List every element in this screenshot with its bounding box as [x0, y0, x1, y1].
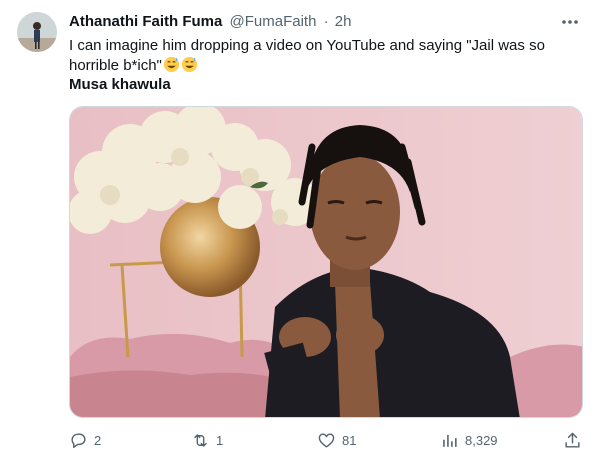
avatar-image	[17, 12, 57, 52]
retweet-icon	[194, 433, 207, 447]
tweet-bold-line: Musa khawula	[69, 76, 171, 93]
tweet-media-photo[interactable]	[69, 106, 583, 418]
grinning-face-with-sweat-icon	[181, 56, 198, 73]
reply-count: 2	[94, 432, 102, 448]
action-bar: 2 1 81 8,329	[69, 428, 583, 452]
separator: ·	[323, 13, 329, 30]
author-name[interactable]: Athanathi Faith Fuma	[69, 13, 222, 30]
views-button[interactable]: 8,329	[440, 428, 498, 452]
photo-illustration	[70, 107, 582, 417]
retweet-button[interactable]: 1	[191, 428, 223, 452]
avatar[interactable]	[17, 12, 57, 52]
grinning-face-with-sweat-icon	[163, 56, 180, 73]
retweet-count: 1	[216, 432, 224, 448]
like-button[interactable]: 81	[317, 428, 356, 452]
author-handle[interactable]: @FumaFaith	[230, 13, 317, 30]
like-count: 81	[342, 432, 357, 448]
heart-icon	[318, 432, 335, 448]
share-icon	[565, 432, 580, 448]
tweet-text: I can imagine him dropping a video on Yo…	[69, 36, 569, 76]
share-button[interactable]	[563, 428, 588, 452]
analytics-icon	[443, 434, 457, 447]
view-count: 8,329	[465, 432, 498, 448]
reply-button[interactable]: 2	[69, 428, 101, 452]
timestamp[interactable]: 2h	[335, 13, 352, 30]
reply-icon	[71, 432, 86, 448]
more-options-icon[interactable]	[560, 12, 580, 32]
tweet-header: Athanathi Faith Fuma @FumaFaith · 2h	[69, 13, 351, 31]
tweet-body: I can imagine him dropping a video on Yo…	[69, 37, 545, 74]
